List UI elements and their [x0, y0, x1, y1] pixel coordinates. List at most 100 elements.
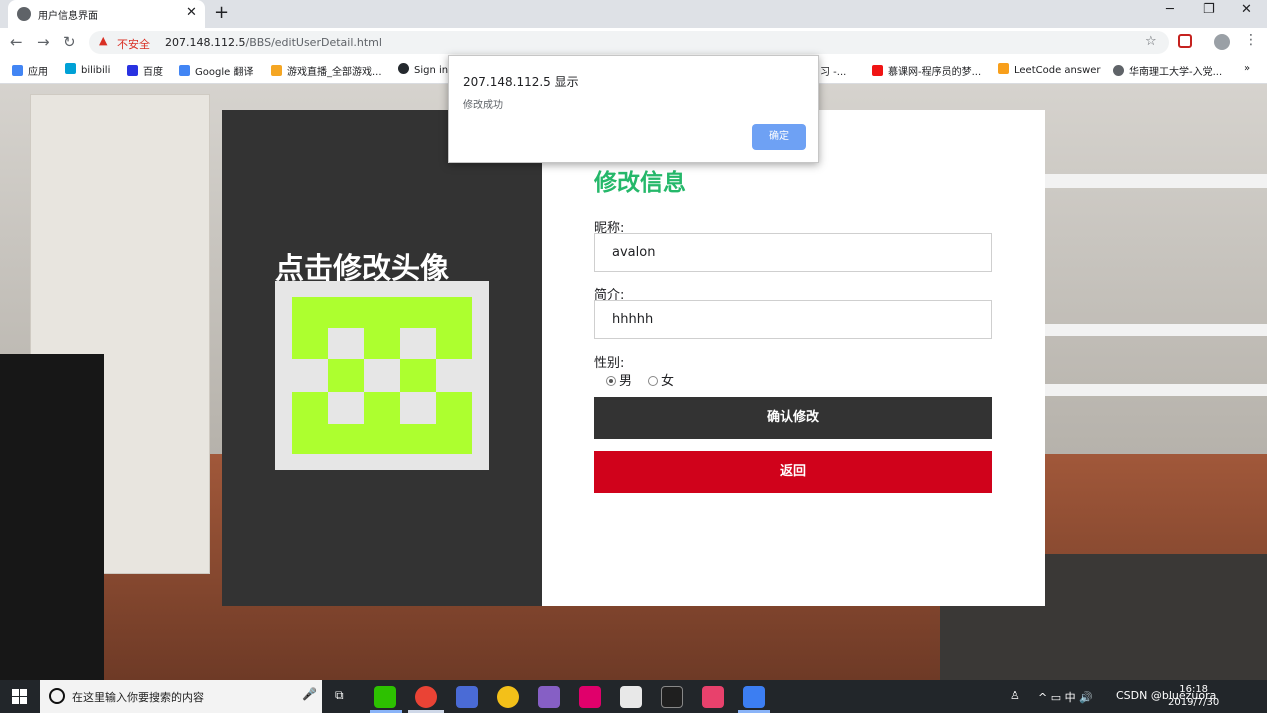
avatar-pixel [328, 297, 364, 328]
alert-ok-button[interactable]: 确定 [752, 124, 806, 150]
bookmark-google-translate[interactable]: Google 翻译 [179, 63, 253, 78]
nickname-input[interactable] [594, 233, 992, 272]
globe-icon [1113, 65, 1124, 76]
alert-message: 修改成功 [463, 100, 503, 111]
system-tray-icons[interactable]: ^ ▭ 中 🔊 [1038, 689, 1093, 705]
bookmark-github[interactable]: Sign in [398, 63, 448, 76]
bio-input[interactable] [594, 300, 992, 339]
people-icon[interactable]: ♙ [1010, 689, 1020, 702]
chrome-icon[interactable] [415, 686, 437, 708]
microphone-icon[interactable]: 🎤 [302, 687, 317, 701]
url-host: 207.148.112.5 [165, 36, 246, 49]
cortana-icon [49, 688, 65, 704]
bilibili-icon [65, 63, 76, 74]
tab-strip: 用户信息界面 ✕ + ─ ❐ ✕ [0, 0, 1267, 28]
close-tab-icon[interactable]: ✕ [186, 5, 197, 20]
restore-button[interactable]: ❐ [1203, 2, 1215, 17]
taskbar: 在这里输入你要搜索的内容 🎤 ⧉ ♙ ^ ▭ 中 🔊 CSDN @bluezuo… [0, 680, 1267, 713]
avatar-pixel [364, 328, 400, 359]
address-bar[interactable]: ▲ 不安全 207.148.112.5/BBS/editUserDetail.h… [89, 31, 1169, 54]
bookmark-label: 华南理工大学-入党... [1129, 67, 1223, 78]
close-window-button[interactable]: ✕ [1241, 2, 1252, 17]
tab-title: 用户信息界面 [38, 11, 98, 22]
leetcode-icon [998, 63, 1009, 74]
page-viewport: 点击修改头像 修改信息 昵称: 简介: 性别: [0, 84, 1267, 680]
new-tab-button[interactable]: + [214, 2, 229, 23]
bookmark-label: 游戏直播_全部游戏... [287, 67, 382, 78]
radio-checked-icon[interactable] [606, 376, 616, 386]
search-placeholder: 在这里输入你要搜索的内容 [72, 691, 204, 704]
gender-male-label: 男 [619, 374, 633, 389]
back-button[interactable]: ← [10, 33, 23, 51]
bookmark-study[interactable]: 习 -... [820, 63, 846, 78]
wechat-icon[interactable] [374, 686, 396, 708]
apps-grid-icon [12, 65, 23, 76]
avatar-pixel [328, 424, 436, 454]
gender-label: 性别: [594, 356, 625, 371]
forward-button[interactable]: → [37, 33, 50, 51]
bookmark-label: bilibili [81, 65, 111, 76]
background-monitor [0, 354, 104, 680]
wps-icon[interactable] [743, 686, 765, 708]
tab-user-info[interactable]: 用户信息界面 ✕ [8, 0, 205, 28]
bookmark-label: LeetCode answer [1014, 65, 1101, 76]
menu-icon[interactable]: ⋮ [1244, 32, 1258, 48]
security-label[interactable]: 不安全 [117, 36, 150, 52]
gender-option-male[interactable]: 男 [606, 370, 632, 389]
taskbar-search-box[interactable]: 在这里输入你要搜索的内容 🎤 [40, 680, 322, 713]
avatar-pixel [364, 297, 400, 328]
warning-icon: ▲ [99, 34, 108, 47]
radio-unchecked-icon[interactable] [648, 376, 658, 386]
extension-icon[interactable] [1178, 34, 1192, 48]
bookmark-bilibili[interactable]: bilibili [65, 63, 110, 76]
avatar-pixel [292, 297, 328, 359]
clock-date: 2019/7/30 [1168, 697, 1220, 708]
profile-avatar-icon[interactable] [1214, 34, 1230, 50]
qq-icon[interactable] [661, 686, 683, 708]
intellij-icon[interactable] [702, 686, 724, 708]
taskbar-clock[interactable]: 16:18 2019/7/30 [1168, 683, 1219, 709]
bookmark-label: 应用 [28, 67, 48, 78]
bookmark-game-live[interactable]: 游戏直播_全部游戏... [271, 63, 382, 78]
bookmark-apps[interactable]: 应用 [12, 63, 48, 78]
visual-studio-icon[interactable] [538, 686, 560, 708]
windows-start-icon[interactable] [12, 689, 27, 704]
avatar-image[interactable] [275, 281, 489, 470]
background-shelf [1045, 384, 1267, 396]
alert-dialog: 207.148.112.5 显示 修改成功 确定 [448, 55, 819, 163]
game-icon [271, 65, 282, 76]
back-button[interactable]: 返回 [594, 451, 992, 493]
bookmark-label: Sign in [414, 65, 449, 76]
bookmark-baidu[interactable]: 百度 [127, 63, 163, 78]
task-view-icon[interactable]: ⧉ [335, 688, 344, 703]
avatar-pixel [400, 297, 436, 328]
reload-button[interactable]: ↻ [63, 33, 76, 51]
app-icon[interactable] [579, 686, 601, 708]
avatar-pixel [292, 392, 328, 454]
bookmark-leetcode[interactable]: LeetCode answer [998, 63, 1101, 76]
app-icon[interactable] [620, 686, 642, 708]
form-title: 修改信息 [594, 170, 686, 196]
gender-option-female[interactable]: 女 [648, 370, 674, 389]
baidu-icon [127, 65, 138, 76]
bookmark-imooc[interactable]: 慕课网-程序员的梦... [872, 63, 981, 78]
alert-title: 207.148.112.5 显示 [463, 75, 579, 89]
background-shelf [1045, 174, 1267, 188]
avatar-pixel [328, 359, 364, 392]
bookmark-star-icon[interactable]: ☆ [1145, 34, 1157, 49]
minimize-button[interactable]: ─ [1166, 2, 1174, 17]
bookmark-scut[interactable]: 华南理工大学-入党... [1113, 63, 1222, 78]
bookmark-label: 慕课网-程序员的梦... [888, 67, 982, 78]
background-shelf [1045, 324, 1267, 336]
gender-female-label: 女 [661, 374, 675, 389]
github-icon [398, 63, 409, 74]
avatar-pixel [364, 392, 400, 424]
url-text[interactable]: 207.148.112.5/BBS/editUserDetail.html [165, 36, 382, 49]
bookmarks-more-button[interactable]: » [1244, 63, 1250, 74]
globe-icon [17, 7, 31, 21]
app-icon[interactable] [497, 686, 519, 708]
browser-toolbar: ← → ↻ ▲ 不安全 207.148.112.5/BBS/editUserDe… [0, 28, 1267, 57]
app-icon[interactable] [456, 686, 478, 708]
confirm-button[interactable]: 确认修改 [594, 397, 992, 439]
url-path: /BBS/editUserDetail.html [245, 36, 382, 49]
